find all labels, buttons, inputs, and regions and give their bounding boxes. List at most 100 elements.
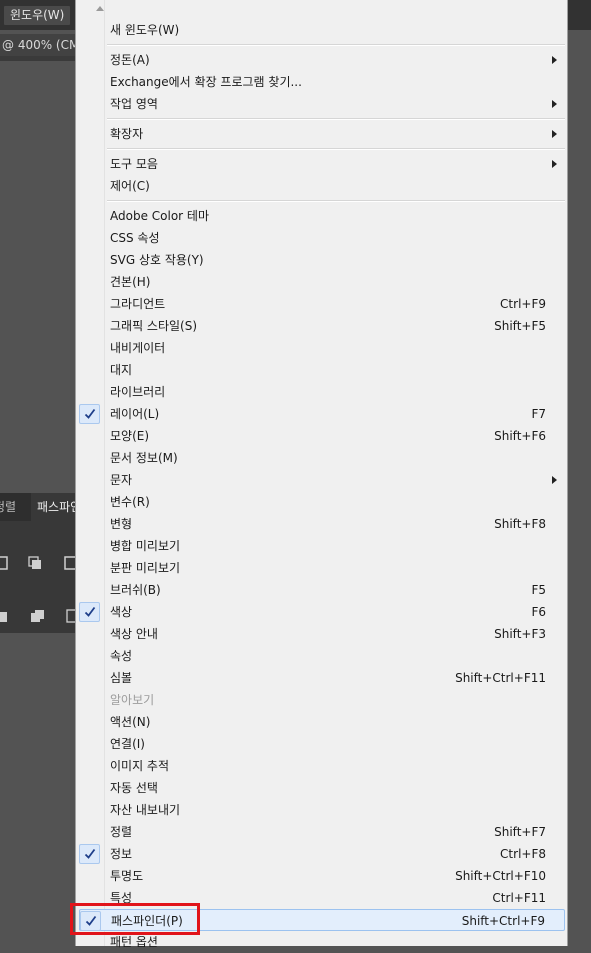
menu-item-shortcut: Shift+Ctrl+F10 [455,869,546,883]
menu-item-35[interactable]: 정렬 Shift+F7 [79,821,565,843]
menu-item-label: 연결(I) [110,737,145,751]
menu-item-15[interactable]: 라이브러리 [79,381,565,403]
menu-item-19[interactable]: 문자 [79,469,565,491]
menu-item-label: 병합 미리보기 [110,539,181,553]
menu-item-27[interactable]: 속성 [79,645,565,667]
menu-item-shortcut: Ctrl+F11 [492,891,546,905]
menu-item-label: 색상 [110,605,133,619]
menu-item-label: 내비게이터 [110,341,166,355]
submenu-arrow-icon [552,160,557,168]
menu-item-label: 도구 모음 [110,157,158,171]
menu-separator-highlight [107,149,565,150]
menu-item-shortcut: Shift+F5 [494,319,546,333]
menu-item-shortcut: F5 [531,583,546,597]
menu-item-12[interactable]: 그래픽 스타일(S) Shift+F5 [79,315,565,337]
menu-item-shortcut: Shift+Ctrl+F9 [461,914,545,928]
menu-item-label: SVG 상호 작용(Y) [110,253,204,267]
menu-item-11[interactable]: 그라디언트 Ctrl+F9 [79,293,565,315]
menu-item-20[interactable]: 변수(R) [79,491,565,513]
menu-item-4[interactable]: 확장자 [79,123,565,145]
menu-item-shortcut: F7 [531,407,546,421]
menu-item-label: 견본(H) [110,275,151,289]
menu-item-32[interactable]: 이미지 추적 [79,755,565,777]
menu-item-18[interactable]: 문서 정보(M) [79,447,565,469]
menu-separator-highlight [107,45,565,46]
menu-item-6[interactable]: 제어(C) [79,175,565,197]
menu-item-14[interactable]: 대지 [79,359,565,381]
menu-item-26[interactable]: 색상 안내 Shift+F3 [79,623,565,645]
menu-item-24[interactable]: 브러쉬(B) F5 [79,579,565,601]
menu-item-8[interactable]: CSS 속성 [79,227,565,249]
menu-item-label: 확장자 [110,127,144,141]
menu-item-shortcut: Shift+F3 [494,627,546,641]
menu-item-label: 정렬 [110,825,133,839]
menu-item-label: 변형 [110,517,133,531]
pathfinder-panel: 정렬 패스파인더 [0,493,99,633]
menu-item-22[interactable]: 병합 미리보기 [79,535,565,557]
canvas-area[interactable] [0,61,80,493]
menu-item-label: 투명도 [110,869,144,883]
menu-item-label: 속성 [110,649,133,663]
checkmark-icon [79,844,100,864]
pathfinder-trim-icon[interactable] [30,609,44,623]
menu-item-label: 변수(R) [110,495,150,509]
menu-item-label: 브러쉬(B) [110,583,161,597]
window-dropdown-menu: 새 윈도우(W) 정돈(A) Exchange에서 확장 프로그램 찾기... 작업 … [75,0,568,949]
menubar-window-menu[interactable]: 윈도우(W) [4,6,71,25]
menu-item-shortcut: Ctrl+F8 [500,847,546,861]
shape-mode-unite-icon[interactable] [0,556,8,570]
document-tab[interactable]: @ 400% (CMYK [0,34,82,56]
panel-tab-bar: 정렬 패스파인더 [0,493,99,521]
menu-item-23[interactable]: 분판 미리보기 [79,557,565,579]
menu-item-10[interactable]: 견본(H) [79,271,565,293]
menu-item-label: 레이어(L) [110,407,160,421]
menu-item-17[interactable]: 모양(E) Shift+F6 [79,425,565,447]
menu-item-label: 분판 미리보기 [110,561,181,575]
menu-item-34[interactable]: 자산 내보내기 [79,799,565,821]
checkmark-icon [79,404,100,424]
menu-separator-highlight [107,119,565,120]
menu-item-5[interactable]: 도구 모음 [79,153,565,175]
menu-item-13[interactable]: 내비게이터 [79,337,565,359]
menu-item-label: Exchange에서 확장 프로그램 찾기... [110,75,302,89]
menu-item-25[interactable]: 색상 F6 [79,601,565,623]
menu-item-label: 그래픽 스타일(S) [110,319,198,333]
menu-item-30[interactable]: 액션(N) [79,711,565,733]
menu-item-label: 심볼 [110,671,133,685]
menu-item-16[interactable]: 레이어(L) F7 [79,403,565,425]
shape-mode-minus-front-icon[interactable] [28,556,42,570]
scroll-up-arrow-icon[interactable] [96,6,104,11]
menu-item-21[interactable]: 변형 Shift+F8 [79,513,565,535]
pathfinder-divide-icon[interactable] [0,609,8,623]
menu-item-label: Adobe Color 테마 [110,209,209,223]
menu-item-label: 색상 안내 [110,627,158,641]
menu-item-33[interactable]: 자동 선택 [79,777,565,799]
menu-item-2[interactable]: Exchange에서 확장 프로그램 찾기... [79,71,565,93]
tab-align[interactable]: 정렬 [0,493,16,521]
menu-item-1[interactable]: 정돈(A) [79,49,565,71]
menu-item-7[interactable]: Adobe Color 테마 [79,205,565,227]
menu-item-label: 액션(N) [110,715,151,729]
submenu-arrow-icon [552,130,557,138]
menu-item-shortcut: Shift+F6 [494,429,546,443]
menu-item-37[interactable]: 투명도 Shift+Ctrl+F10 [79,865,565,887]
menu-item-label: 라이브러리 [110,385,166,399]
submenu-arrow-icon [552,100,557,108]
menu-item-label: 알아보기 [110,693,155,707]
menu-item-9[interactable]: SVG 상호 작용(Y) [79,249,565,271]
menu-item-label: 이미지 추적 [110,759,170,773]
menu-item-label: 대지 [110,363,133,377]
menu-separator-highlight [107,201,565,202]
menu-item-label: 문서 정보(M) [110,451,178,465]
menu-item-label: 정보 [110,847,133,861]
menu-item-label: 모양(E) [110,429,150,443]
menu-item-3[interactable]: 작업 영역 [79,93,565,115]
menu-item-label: 자산 내보내기 [110,803,181,817]
menu-item-28[interactable]: 심볼 Shift+Ctrl+F11 [79,667,565,689]
menu-item-36[interactable]: 정보 Ctrl+F8 [79,843,565,865]
menu-item-label: 자동 선택 [110,781,158,795]
menu-item-shortcut: Shift+F7 [494,825,546,839]
menu-item-31[interactable]: 연결(I) [79,733,565,755]
menu-item-0[interactable]: 새 윈도우(W) [79,19,565,41]
menu-item-shortcut: Ctrl+F9 [500,297,546,311]
